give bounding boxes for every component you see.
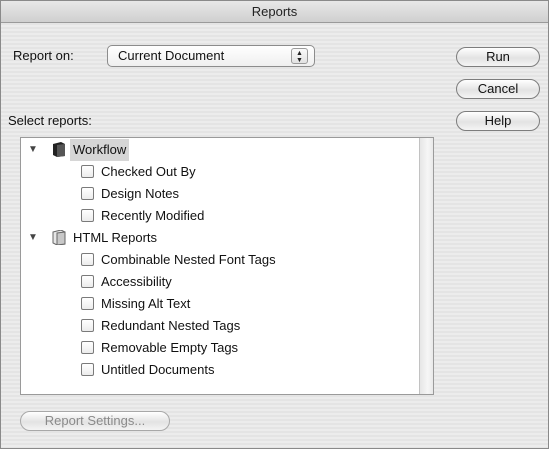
reports-tree[interactable]: ▼ Workflow Checked Out By Design Notes R… (20, 137, 434, 395)
tree-group-workflow[interactable]: ▼ Workflow (27, 139, 407, 161)
tree-item-combinable-nested-font-tags[interactable]: Combinable Nested Font Tags (81, 249, 411, 271)
cancel-button[interactable]: Cancel (456, 79, 540, 99)
checkbox[interactable] (81, 297, 94, 310)
disclosure-triangle-icon[interactable]: ▼ (27, 227, 39, 249)
tree-group-label: HTML Reports (73, 230, 158, 245)
checkbox[interactable] (81, 341, 94, 354)
tree-group-html-reports[interactable]: ▼ HTML Reports (27, 227, 407, 249)
checkbox[interactable] (81, 363, 94, 376)
run-button[interactable]: Run (456, 47, 540, 67)
window-title: Reports (1, 1, 548, 23)
checkbox[interactable] (81, 187, 94, 200)
folder-dark-icon (52, 142, 66, 157)
tree-item-label: Design Notes (101, 186, 180, 201)
tree-item-label: Untitled Documents (101, 362, 215, 377)
report-settings-button[interactable]: Report Settings... (20, 411, 170, 431)
tree-item-label: Missing Alt Text (101, 296, 191, 311)
disclosure-triangle-icon[interactable]: ▼ (27, 139, 39, 161)
tree-item-label: Recently Modified (101, 208, 205, 223)
select-reports-label: Select reports: (8, 113, 92, 128)
vertical-scrollbar[interactable] (419, 138, 433, 394)
tree-item-label: Accessibility (101, 274, 172, 289)
checkbox[interactable] (81, 165, 94, 178)
tree-item-label: Removable Empty Tags (101, 340, 239, 355)
tree-item-checked-out-by[interactable]: Checked Out By (81, 161, 411, 183)
checkbox[interactable] (81, 319, 94, 332)
tree-item-accessibility[interactable]: Accessibility (81, 271, 411, 293)
report-on-select[interactable]: Current Document ▲ ▼ (107, 45, 315, 67)
tree-item-label: Redundant Nested Tags (101, 318, 241, 333)
checkbox[interactable] (81, 253, 94, 266)
reports-dialog: Reports Report on: Current Document ▲ ▼ R… (0, 0, 549, 449)
help-button[interactable]: Help (456, 111, 540, 131)
tree-item-recently-modified[interactable]: Recently Modified (81, 205, 411, 227)
tree-item-removable-empty-tags[interactable]: Removable Empty Tags (81, 337, 411, 359)
report-on-label: Report on: (13, 48, 74, 63)
report-on-value: Current Document (118, 48, 225, 63)
checkbox[interactable] (81, 209, 94, 222)
folder-light-icon (52, 229, 66, 246)
tree-item-untitled-documents[interactable]: Untitled Documents (81, 359, 411, 381)
tree-item-design-notes[interactable]: Design Notes (81, 183, 411, 205)
tree-item-label: Checked Out By (101, 164, 196, 179)
tree-item-label: Combinable Nested Font Tags (101, 252, 276, 267)
updown-arrows-icon: ▲ ▼ (291, 48, 308, 64)
tree-item-redundant-nested-tags[interactable]: Redundant Nested Tags (81, 315, 411, 337)
tree-item-missing-alt-text[interactable]: Missing Alt Text (81, 293, 411, 315)
checkbox[interactable] (81, 275, 94, 288)
tree-group-label: Workflow (70, 139, 130, 161)
